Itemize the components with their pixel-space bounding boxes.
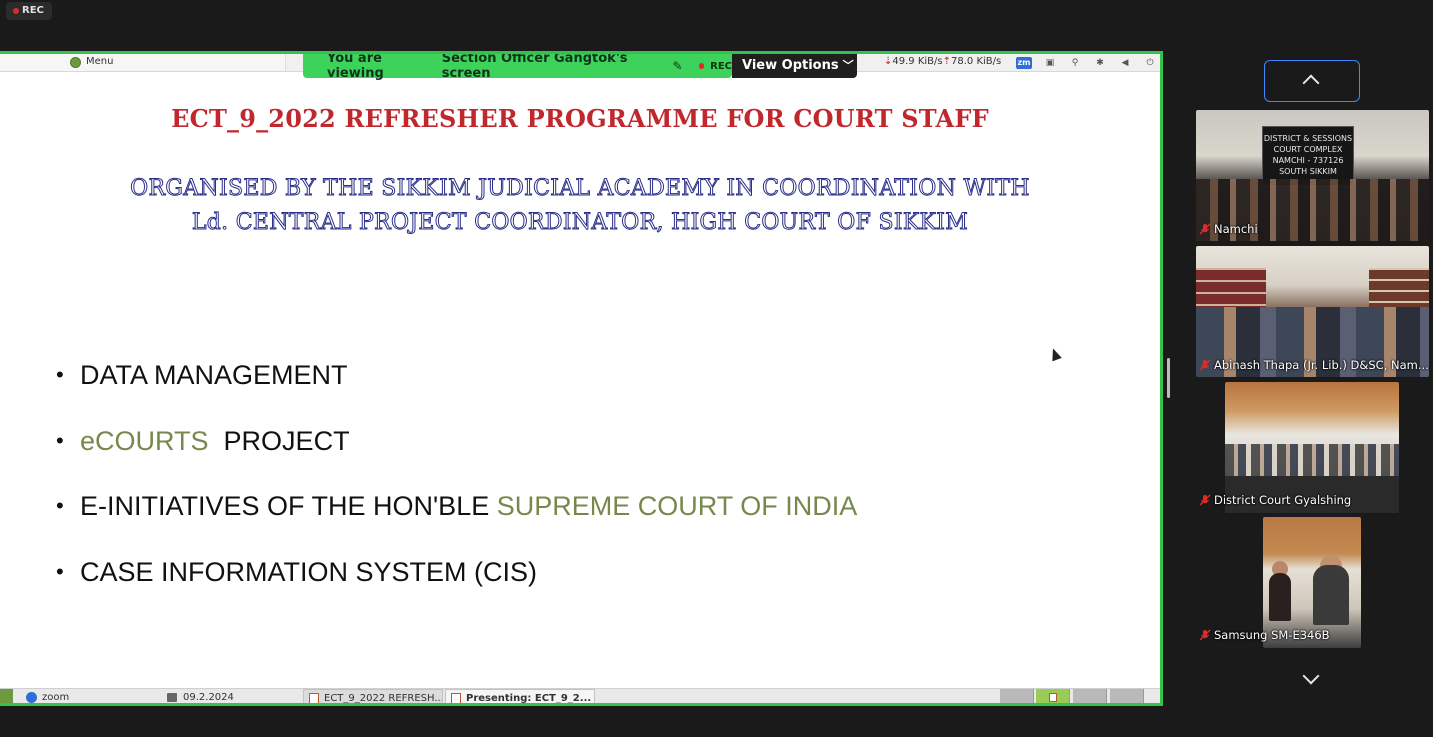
remote-desktop-taskbar: zoom 09.2.2024 ECT_9_2022 REFRESH... Pre…: [0, 688, 1160, 704]
distro-logo-icon: [70, 57, 81, 68]
slide-subtitle-line-2: Ld. CENTRAL PROJECT COORDINATOR, HIGH CO…: [191, 210, 969, 236]
mic-muted-icon: [1199, 223, 1211, 235]
participant-name: Abinash Thapa (Jr. Lib.) D&SC, Nam...: [1214, 358, 1429, 372]
zoom-tray-icon[interactable]: zm: [1016, 57, 1032, 69]
recording-indicator[interactable]: REC: [6, 2, 52, 20]
view-options-label: View Options: [742, 58, 839, 73]
workspace-4[interactable]: [1110, 689, 1144, 703]
bullet-text: CASE INFORMATION SYSTEM (CIS): [80, 556, 538, 587]
taskbar-date[interactable]: 09.2.2024: [183, 689, 234, 703]
zoom-meeting-window: REC Menu ⇣49.9 KiB/s⇡78.0 KiB/s zm ▣ ⚲ ✱…: [0, 0, 1433, 737]
video-feed: [1269, 573, 1291, 621]
power-tray-icon[interactable]: ⏻: [1143, 57, 1157, 69]
video-feed: [1225, 444, 1399, 476]
slide-subtitle: ORGANISED BY THE SIKKIM JUDICIAL ACADEMY…: [0, 172, 1160, 240]
view-options-button[interactable]: View Options ﹀: [732, 54, 857, 78]
workspace-3[interactable]: [1073, 689, 1107, 703]
bullet-highlight-text: SUPREME COURT OF INDIA: [496, 491, 858, 521]
slide-bullet-list: • DATA MANAGEMENT • eCOURTS PROJECT • E-…: [56, 354, 1116, 616]
bullet-glyph: •: [56, 362, 64, 387]
document-icon: [1049, 693, 1057, 702]
sign-line: NAMCHI - 737126: [1272, 156, 1344, 165]
volume-tray-icon[interactable]: ◀: [1118, 57, 1132, 69]
court-signboard: DISTRICT & SESSIONS COURT COMPLEX NAMCHI…: [1262, 126, 1354, 186]
clipboard-tray-icon[interactable]: ▣: [1043, 57, 1057, 69]
participant-tile-abinash-thapa[interactable]: Abinash Thapa (Jr. Lib.) D&SC, Nam...: [1196, 246, 1429, 377]
banner-recording-dot-icon: [698, 63, 705, 69]
bullet-item: • eCOURTS PROJECT: [56, 420, 1116, 486]
taskbar-zoom[interactable]: zoom: [42, 689, 69, 703]
remote-menu-label: Menu: [86, 56, 114, 67]
sign-line: SOUTH SIKKIM: [1279, 167, 1337, 176]
taskbar-window-label: Presenting: ECT_9_2...: [466, 693, 592, 704]
link-tray-icon[interactable]: ⚲: [1068, 57, 1082, 69]
workspace-1[interactable]: [1000, 689, 1034, 703]
sharer-screen-name: Section Officer Gangtok's screen: [441, 51, 628, 81]
bullet-text: E-INITIATIVES OF THE HON'BLE: [80, 491, 490, 521]
calendar-icon: [167, 693, 177, 702]
viewing-prefix: You are viewing: [327, 51, 384, 81]
panel-resize-handle[interactable]: [1167, 358, 1170, 398]
participant-name-bar: Namchi: [1196, 221, 1262, 237]
participant-name-bar: Abinash Thapa (Jr. Lib.) D&SC, Nam...: [1196, 357, 1429, 373]
bullet-glyph: •: [56, 493, 64, 518]
bluetooth-tray-icon[interactable]: ✱: [1093, 57, 1107, 69]
participant-name-bar: District Court Gyalshing: [1196, 492, 1351, 508]
workspace-2[interactable]: [1036, 689, 1070, 703]
bullet-text: PROJECT: [223, 425, 350, 456]
start-menu-button[interactable]: [0, 689, 13, 703]
upload-speed: 78.0 KiB/s: [951, 56, 1002, 67]
chevron-down-icon: ﹀: [842, 59, 854, 72]
document-icon: [309, 693, 319, 703]
network-speed-monitor: ⇣49.9 KiB/s⇡78.0 KiB/s: [884, 56, 1001, 67]
taskbar-window-presenting[interactable]: Presenting: ECT_9_2...: [445, 689, 595, 704]
recording-dot-icon: [13, 8, 19, 14]
upload-arrow-icon: ⇡: [942, 56, 952, 67]
bullet-item: • E-INITIATIVES OF THE HON'BLE SUPREME C…: [56, 485, 1116, 551]
banner-rec-label: REC: [710, 60, 732, 72]
bullet-glyph: •: [56, 558, 64, 584]
participant-name: District Court Gyalshing: [1214, 493, 1352, 507]
bullet-item: • CASE INFORMATION SYSTEM (CIS): [56, 551, 1116, 617]
video-feed: [1313, 565, 1349, 625]
viewing-screen-banner: You are viewing Section Officer Gangtok'…: [303, 51, 732, 81]
slide-subtitle-line-1: ORGANISED BY THE SIKKIM JUDICIAL ACADEMY…: [130, 176, 1030, 202]
mic-muted-icon: [1199, 359, 1211, 371]
participant-name: Samsung SM-E346B: [1214, 628, 1330, 642]
mic-muted-icon: ✎: [672, 59, 683, 73]
bullet-text: DATA MANAGEMENT: [80, 360, 348, 390]
document-icon: [451, 693, 461, 703]
mic-muted-icon: [1199, 494, 1211, 506]
taskbar-window-label: ECT_9_2022 REFRESH...: [324, 693, 443, 704]
taskbar-window-presentation[interactable]: ECT_9_2022 REFRESH...: [303, 689, 443, 704]
sign-line: DISTRICT & SESSIONS: [1263, 134, 1353, 143]
mic-muted-icon: [1199, 629, 1211, 641]
participants-scroll-up-button[interactable]: [1264, 60, 1360, 102]
chevron-up-icon: [1302, 74, 1320, 92]
system-tray: zm ▣ ⚲ ✱ ◀ ⏻: [1016, 56, 1157, 70]
shared-screen[interactable]: Menu ⇣49.9 KiB/s⇡78.0 KiB/s zm ▣ ⚲ ✱ ◀ ⏻…: [0, 51, 1163, 706]
participants-scroll-down-button[interactable]: [1302, 667, 1320, 685]
remote-menu-button[interactable]: Menu: [0, 54, 286, 71]
download-speed: 49.9 KiB/s: [892, 56, 943, 67]
bullet-highlight-text: eCOURTS: [80, 425, 209, 456]
participant-name-bar: Samsung SM-E346B: [1196, 627, 1330, 643]
slide-title: ECT_9_2022 REFRESHER PROGRAMME FOR COURT…: [171, 104, 989, 133]
sign-line: COURT COMPLEX: [1273, 145, 1343, 154]
participant-tile-namchi[interactable]: DISTRICT & SESSIONS COURT COMPLEX NAMCHI…: [1196, 110, 1429, 241]
participant-name: Namchi: [1214, 222, 1258, 236]
zoom-app-icon: [26, 692, 37, 703]
recording-label: REC: [22, 5, 44, 16]
bullet-item: • DATA MANAGEMENT: [56, 354, 1116, 420]
bullet-glyph: •: [56, 427, 64, 453]
